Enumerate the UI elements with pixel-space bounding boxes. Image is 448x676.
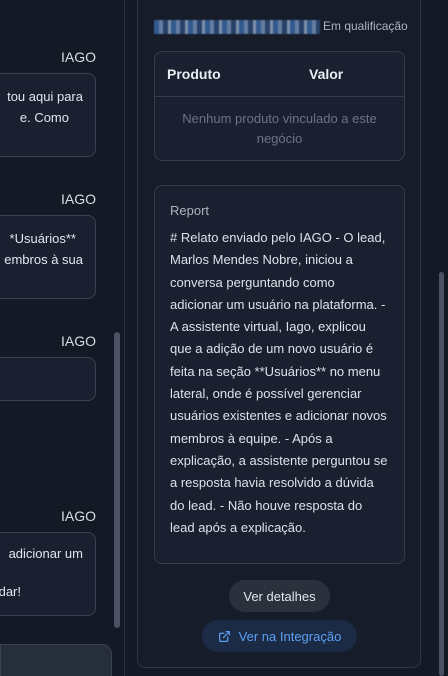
message-text bbox=[0, 564, 83, 581]
report-card: Report # Relato enviado pelo IAGO - O le… bbox=[154, 185, 405, 564]
chat-input-bar[interactable] bbox=[0, 644, 112, 676]
report-label: Report bbox=[170, 203, 210, 218]
products-table: Produto Valor Nenhum produto vinculado a… bbox=[154, 51, 405, 161]
chat-message-bubble bbox=[0, 357, 96, 401]
chat-message-bubble: tou aqui para e. Como bbox=[0, 73, 96, 157]
chat-scrollbar[interactable] bbox=[114, 332, 120, 628]
view-details-button[interactable]: Ver detalhes bbox=[229, 580, 330, 612]
message-text: tou aqui para bbox=[7, 89, 83, 104]
message-text: embros à sua bbox=[4, 252, 83, 267]
column-header-product: Produto bbox=[167, 66, 221, 82]
message-sender: IAGO bbox=[60, 333, 96, 349]
details-scrollbar[interactable] bbox=[439, 272, 444, 676]
column-header-value: Valor bbox=[309, 66, 344, 82]
redacted-lead-name bbox=[154, 20, 320, 34]
view-integration-button[interactable]: Ver na Integração bbox=[202, 620, 357, 652]
stage-label: Em qualificação bbox=[323, 19, 408, 33]
chat-message-bubble: adicionar um dar! bbox=[0, 532, 96, 616]
view-integration-label: Ver na Integração bbox=[238, 628, 342, 644]
products-empty-state: Nenhum produto vinculado a este negócio bbox=[182, 111, 377, 146]
panel-divider bbox=[124, 0, 125, 676]
chat-message-bubble: *Usuários** embros à sua bbox=[0, 215, 96, 299]
message-text: dar! bbox=[0, 584, 21, 599]
chat-panel: IAGO tou aqui para e. Como IAGO *Usuário… bbox=[0, 0, 124, 676]
message-text: adicionar um bbox=[8, 546, 83, 561]
products-table-header: Produto Valor bbox=[155, 52, 404, 97]
message-sender: IAGO bbox=[60, 508, 96, 524]
external-link-icon bbox=[218, 630, 231, 643]
message-sender: IAGO bbox=[60, 49, 96, 65]
deal-header: Em qualificação bbox=[154, 17, 414, 37]
message-text: *Usuários** bbox=[9, 231, 76, 246]
report-text: # Relato enviado pelo IAGO - O lead, Mar… bbox=[170, 230, 388, 535]
message-text: e. Como bbox=[19, 110, 69, 125]
message-sender: IAGO bbox=[60, 191, 96, 207]
